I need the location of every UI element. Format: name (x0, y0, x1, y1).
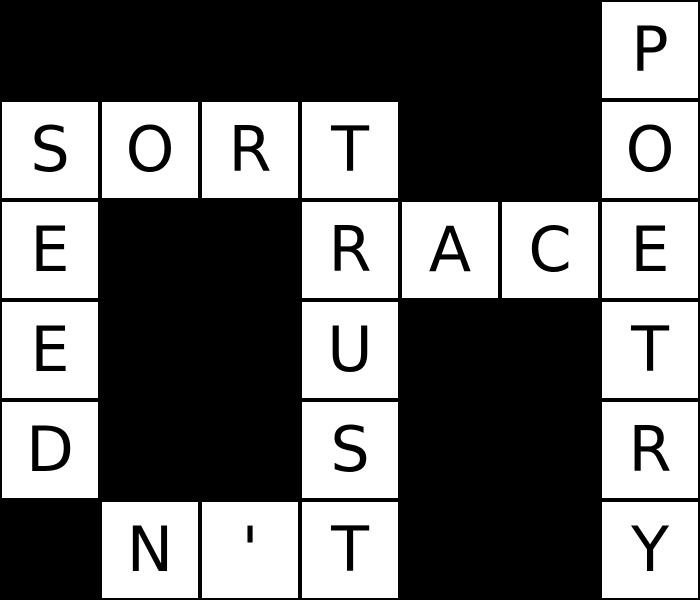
letter-cell[interactable]: E (600, 200, 700, 300)
block-cell (100, 0, 200, 100)
letter-cell[interactable]: R (300, 200, 400, 300)
block-cell (200, 300, 300, 400)
block-cell (0, 0, 100, 100)
block-cell (200, 200, 300, 300)
block-cell (200, 0, 300, 100)
letter-cell[interactable]: R (200, 100, 300, 200)
letter-cell[interactable]: N (100, 500, 200, 600)
letter-cell[interactable]: S (0, 100, 100, 200)
block-cell (500, 500, 600, 600)
letter-cell[interactable]: A (400, 200, 500, 300)
block-cell (500, 300, 600, 400)
block-cell (500, 0, 600, 100)
block-cell (400, 400, 500, 500)
block-cell (400, 500, 500, 600)
letter-cell[interactable]: U (300, 300, 400, 400)
block-cell (0, 500, 100, 600)
letter-cell[interactable]: O (100, 100, 200, 200)
block-cell (300, 0, 400, 100)
block-cell (200, 400, 300, 500)
letter-cell[interactable]: T (600, 300, 700, 400)
letter-cell[interactable]: O (600, 100, 700, 200)
letter-cell[interactable]: T (300, 500, 400, 600)
block-cell (100, 300, 200, 400)
block-cell (500, 400, 600, 500)
letter-cell[interactable]: D (0, 400, 100, 500)
letter-cell[interactable]: Y (600, 500, 700, 600)
block-cell (100, 400, 200, 500)
block-cell (400, 300, 500, 400)
letter-cell[interactable]: ' (200, 500, 300, 600)
letter-cell[interactable]: T (300, 100, 400, 200)
letter-cell[interactable]: S (300, 400, 400, 500)
block-cell (400, 0, 500, 100)
letter-cell[interactable]: R (600, 400, 700, 500)
crossword-grid: P S O R T O E R A C E E U T D S R N ' T Y (0, 0, 700, 600)
block-cell (500, 100, 600, 200)
letter-cell[interactable]: E (0, 200, 100, 300)
letter-cell[interactable]: P (600, 0, 700, 100)
letter-cell[interactable]: C (500, 200, 600, 300)
block-cell (400, 100, 500, 200)
block-cell (100, 200, 200, 300)
letter-cell[interactable]: E (0, 300, 100, 400)
